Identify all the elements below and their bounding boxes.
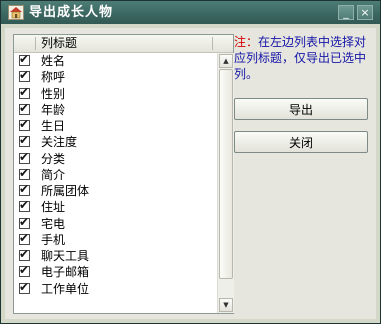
list-item-label: 性别 xyxy=(41,86,66,101)
checkmark-icon: ✔ xyxy=(19,52,30,66)
export-button[interactable]: 导出 xyxy=(234,98,368,120)
item-checkbox[interactable]: ✔ xyxy=(19,68,30,83)
list-header[interactable]: 列标题 xyxy=(14,35,233,53)
title-bar[interactable]: 导出成长人物 _ × xyxy=(1,1,380,24)
item-checkbox[interactable]: ✔ xyxy=(19,52,30,66)
list-item[interactable]: ✔ 所属团体 xyxy=(14,182,217,199)
list-item-label: 住址 xyxy=(41,200,66,215)
list-item-label: 关注度 xyxy=(41,135,78,150)
checkmark-icon: ✔ xyxy=(19,117,30,131)
window-title: 导出成长人物 xyxy=(29,5,114,20)
minimize-icon: _ xyxy=(343,6,349,19)
list-item-label: 所属团体 xyxy=(41,184,90,198)
list-item-label: 称呼 xyxy=(41,70,66,85)
list-item[interactable]: ✔ 性别 xyxy=(14,84,217,102)
list-item-label: 简介 xyxy=(41,167,66,182)
scroll-thumb[interactable] xyxy=(219,69,233,279)
list-item[interactable]: ✔ 聊天工具 xyxy=(14,247,217,264)
list-item[interactable]: ✔ 称呼 xyxy=(14,68,217,85)
close-window-button[interactable]: × xyxy=(357,5,373,20)
close-icon: × xyxy=(360,6,370,19)
close-button[interactable]: 关闭 xyxy=(234,131,368,153)
list-item[interactable]: ✔ 简介 xyxy=(14,165,217,183)
item-checkbox[interactable]: ✔ xyxy=(19,133,30,148)
list-item-label: 手机 xyxy=(41,232,66,247)
checkmark-icon: ✔ xyxy=(19,214,30,229)
checkmark-icon: ✔ xyxy=(19,263,30,278)
hint-note: 注：在左边列表中选择对应列标题，仅导出已选中列。 xyxy=(234,34,370,86)
list-item[interactable]: ✔ 分类 xyxy=(14,149,217,167)
list-item-label: 电子邮箱 xyxy=(41,265,90,280)
list-item-label: 工作单位 xyxy=(41,281,90,296)
list-item-label: 生日 xyxy=(41,119,66,133)
minimize-button[interactable]: _ xyxy=(338,5,354,20)
list-item[interactable]: ✔ 年龄 xyxy=(14,100,217,118)
scroll-down-button[interactable]: ▼ xyxy=(219,298,233,312)
list-item-label: 年龄 xyxy=(41,102,66,117)
item-checkbox[interactable]: ✔ xyxy=(19,279,30,294)
item-checkbox[interactable]: ✔ xyxy=(19,263,30,278)
scroll-up-button[interactable]: ▲ xyxy=(219,54,233,68)
item-checkbox[interactable]: ✔ xyxy=(19,117,30,131)
dialog-body: 列标题 ✔ 姓名 ✔ 称呼 ✔ 性别 ✔ 年龄 ✔ 生日 ✔ 关注度 ✔ 分类 ✔ 简介 ✔ 所属团体 ✔ 住址 ✔ 宅电… xyxy=(5,28,376,319)
list-rows: ✔ 姓名 ✔ 称呼 ✔ 性别 ✔ 年龄 ✔ 生日 ✔ 关注度 ✔ 分类 ✔ 简介 ✔ 所属团体 ✔ 住址 ✔ 宅电 ✔ 手机 ✔… xyxy=(14,52,217,297)
checkmark-icon: ✔ xyxy=(19,100,30,115)
header-divider[interactable] xyxy=(35,37,36,50)
checkmark-icon: ✔ xyxy=(19,279,30,294)
column-list[interactable]: 列标题 ✔ 姓名 ✔ 称呼 ✔ 性别 ✔ 年龄 ✔ 生日 ✔ 关注度 ✔ 分类 ✔ 简介 ✔ 所属团体 ✔ 住址 ✔ 宅电… xyxy=(13,34,234,314)
list-item[interactable]: ✔ 生日 xyxy=(14,117,217,134)
item-checkbox[interactable]: ✔ xyxy=(19,198,30,213)
list-item-label: 聊天工具 xyxy=(41,249,90,263)
item-checkbox[interactable]: ✔ xyxy=(19,247,30,261)
list-item[interactable]: ✔ 宅电 xyxy=(14,214,217,232)
item-checkbox[interactable]: ✔ xyxy=(19,182,30,196)
item-checkbox[interactable]: ✔ xyxy=(19,100,30,115)
header-divider[interactable] xyxy=(212,37,213,50)
checkmark-icon: ✔ xyxy=(19,68,30,83)
checkmark-icon: ✔ xyxy=(19,198,30,213)
checkmark-icon: ✔ xyxy=(19,149,30,164)
note-prefix: 注： xyxy=(234,35,259,49)
list-item[interactable]: ✔ 关注度 xyxy=(14,133,217,150)
checkmark-icon: ✔ xyxy=(19,165,30,180)
item-checkbox[interactable]: ✔ xyxy=(19,165,30,180)
list-item[interactable]: ✔ 住址 xyxy=(14,198,217,215)
house-icon xyxy=(8,5,24,20)
list-item-label: 姓名 xyxy=(41,54,66,68)
export-dialog: 导出成长人物 _ × 列标题 ✔ 姓名 ✔ 称呼 ✔ 性别 ✔ 年龄 ✔ 生日 ✔ 关注度 ✔ 分类 ✔ 简介… xyxy=(0,0,381,324)
checkmark-icon: ✔ xyxy=(19,133,30,148)
checkmark-icon: ✔ xyxy=(19,182,30,196)
list-item[interactable]: ✔ 姓名 xyxy=(14,52,217,69)
item-checkbox[interactable]: ✔ xyxy=(19,84,30,99)
item-checkbox[interactable]: ✔ xyxy=(19,214,30,229)
list-item-label: 分类 xyxy=(41,151,66,166)
list-item[interactable]: ✔ 电子邮箱 xyxy=(14,263,217,280)
item-checkbox[interactable]: ✔ xyxy=(19,149,30,164)
item-checkbox[interactable]: ✔ xyxy=(19,230,30,245)
checkmark-icon: ✔ xyxy=(19,247,30,261)
checkmark-icon: ✔ xyxy=(19,84,30,99)
list-item-label: 宅电 xyxy=(41,216,66,231)
checkmark-icon: ✔ xyxy=(19,230,30,245)
list-item[interactable]: ✔ 手机 xyxy=(14,230,217,248)
list-item[interactable]: ✔ 工作单位 xyxy=(14,279,217,297)
vertical-scrollbar[interactable]: ▲ ▼ xyxy=(217,53,234,313)
column-header-label: 列标题 xyxy=(41,36,78,50)
